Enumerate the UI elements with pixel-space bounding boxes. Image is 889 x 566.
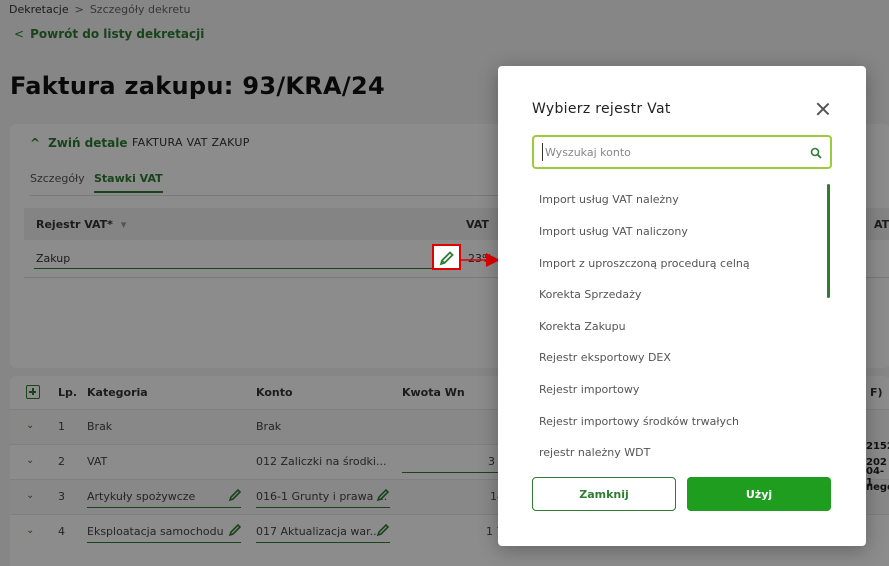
list-item[interactable]: Korekta Sprzedaży <box>539 288 641 301</box>
vat-register-list: Import usług VAT należny Import usług VA… <box>532 181 832 461</box>
search-input[interactable] <box>542 143 798 161</box>
search-box <box>532 135 832 169</box>
list-item[interactable]: Rejestr importowy środków trwałych <box>539 415 739 428</box>
apply-button[interactable]: Użyj <box>687 477 831 511</box>
pencil-icon <box>439 251 454 266</box>
list-item[interactable]: Rejestr eksportowy DEX <box>539 351 671 364</box>
search-icon[interactable] <box>810 147 822 159</box>
list-scrollbar[interactable] <box>827 184 830 298</box>
list-item[interactable]: Rejestr importowy <box>539 383 639 396</box>
list-item[interactable]: Import z uproszczoną procedurą celną <box>539 257 750 270</box>
list-item[interactable]: rejestr należny WDT <box>539 446 650 459</box>
dialog-title: Wybierz rejestr Vat <box>532 101 671 117</box>
list-item[interactable]: Import usług VAT naliczony <box>539 225 688 238</box>
list-item[interactable]: Import usług VAT należny <box>539 193 679 206</box>
vat-register-dialog: Wybierz rejestr Vat Import usług VAT nal… <box>498 66 866 546</box>
close-icon[interactable] <box>816 102 830 116</box>
list-item[interactable]: Korekta Zakupu <box>539 320 626 333</box>
annotation-arrow-icon <box>460 253 500 267</box>
edit-vat-register-button[interactable] <box>432 244 461 270</box>
cancel-button[interactable]: Zamknij <box>532 477 676 511</box>
